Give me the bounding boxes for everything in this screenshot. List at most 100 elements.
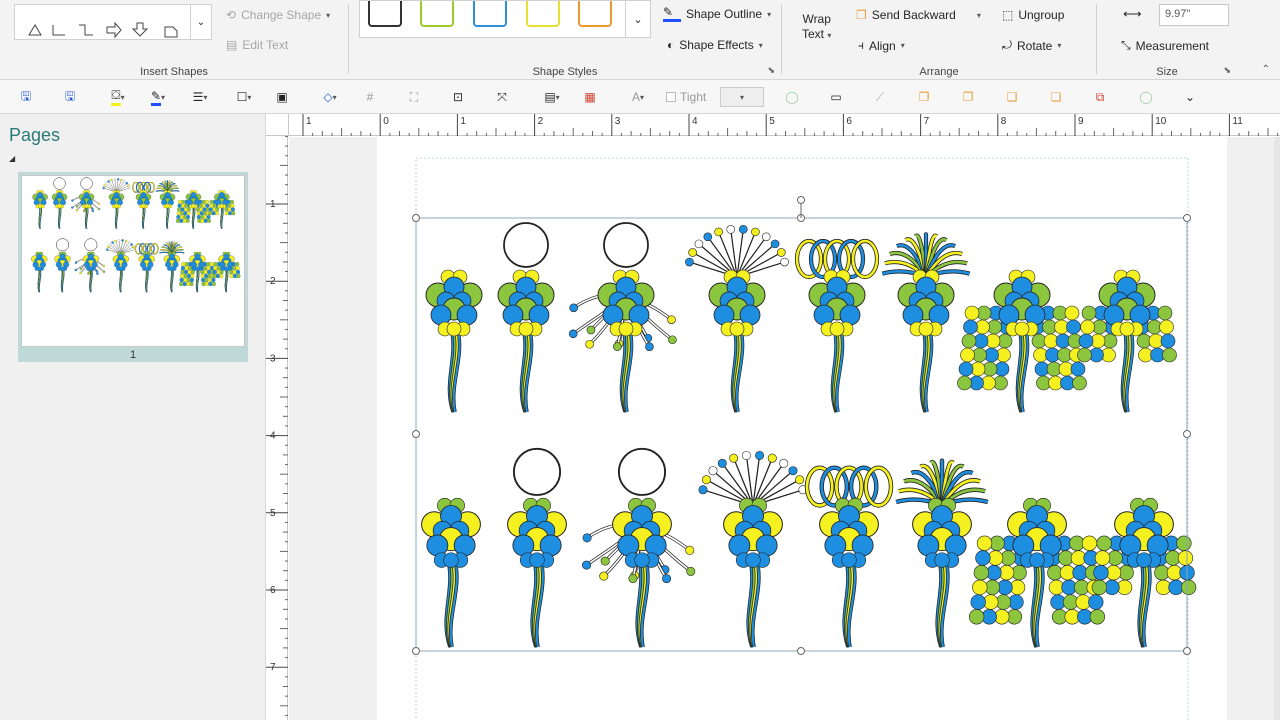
resize-handle[interactable] (1183, 430, 1191, 438)
dialog-launcher-icon[interactable]: ⬊ (1223, 65, 1231, 76)
bouquet-burst[interactable] (698, 450, 808, 648)
vertical-ruler[interactable]: 1 2 3 4 5 6 7 (266, 135, 288, 720)
circle-icon[interactable]: ◯ (782, 87, 802, 107)
shapes-button[interactable]: ◇ ▾ (314, 87, 346, 107)
resize-handle[interactable] (412, 430, 420, 438)
bouquet-balloon-head[interactable] (54, 238, 71, 293)
shape-border-button[interactable]: ☐ ▾ (228, 87, 260, 107)
line-weight-button[interactable]: ☰ ▾ (184, 87, 216, 107)
shape-gallery[interactable] (14, 4, 210, 40)
circle-icon[interactable]: ◯ (1136, 87, 1156, 107)
bring-forward-icon[interactable]: ❐ (914, 87, 934, 107)
resize-handle[interactable] (412, 647, 420, 655)
bouquet-round[interactable] (31, 251, 48, 293)
chevron-down-icon: ▾ (827, 31, 832, 40)
bouquet-round[interactable] (425, 269, 483, 413)
measurement-button[interactable]: ⤡ Measurement (1121, 38, 1209, 53)
bouquet-balloon-head-spiky[interactable] (568, 222, 677, 413)
picture-icon[interactable]: ▣ (272, 87, 292, 107)
dialog-launcher-icon[interactable]: ⬊ (767, 65, 775, 76)
bouquet-burst[interactable] (685, 225, 789, 413)
bouquet-tassel-small[interactable] (1091, 497, 1197, 648)
bouquet-drawing[interactable] (377, 137, 1227, 720)
ungroup-button[interactable]: ⬚ Ungroup (1002, 8, 1064, 22)
fill-color-button[interactable]: ⛋ ▾ (102, 87, 134, 107)
bouquet-balloon-head[interactable] (497, 222, 555, 413)
style-gallery-more-icon[interactable]: ⌄ (625, 0, 651, 38)
bouquet-loops[interactable] (804, 465, 894, 648)
shape-gallery-more-icon[interactable]: ⌄ (190, 4, 212, 40)
send-backward-button[interactable]: ❐ Send Backward ▾ (856, 8, 981, 22)
text-style-button[interactable]: A ▾ (622, 87, 654, 107)
ungroup-icon[interactable]: ❏ (1046, 87, 1066, 107)
change-shape-icon: ⟲ (226, 8, 237, 22)
style-swatch-blue[interactable] (473, 1, 507, 27)
group-icon[interactable]: ❑ (1002, 87, 1022, 107)
align-menu-button[interactable]: ▤ ▾ (536, 87, 568, 107)
rotate-handle[interactable] (797, 196, 805, 204)
style-swatch-yellow[interactable] (526, 1, 560, 27)
edit-points-icon[interactable]: ⟋ (870, 87, 890, 107)
bouquet-tassel[interactable] (179, 251, 216, 293)
crop-icon[interactable]: ⛶ (404, 87, 424, 107)
save-as-icon[interactable]: 🖫 (60, 87, 80, 107)
shape-effects-button[interactable]: ◐ Shape Effects ▾ (667, 38, 763, 52)
bouquet-balloon-head-spiky[interactable] (582, 447, 696, 648)
style-swatch-black[interactable] (368, 1, 402, 27)
horizontal-ruler[interactable]: 1 0 1 2 3 4 5 6 7 8 9 10 11 (289, 114, 1280, 136)
bouquet-loops[interactable] (132, 181, 155, 229)
bouquet-balloon-head[interactable] (507, 447, 567, 648)
shape-outline-button[interactable]: ✎ Shape Outline ▾ (663, 6, 771, 22)
bouquet-round[interactable] (421, 497, 481, 648)
style-swatch-orange[interactable] (578, 1, 612, 27)
svg-text:1: 1 (460, 116, 466, 127)
bouquet-balloon-head-spiky[interactable] (71, 177, 101, 229)
style-swatch-green[interactable] (420, 1, 454, 27)
table-icon[interactable]: ▦ (580, 87, 600, 107)
resize-handle[interactable] (797, 647, 805, 655)
edit-text-button[interactable]: ▤ Edit Text (226, 38, 288, 52)
wrap-dropdown[interactable]: ▾ (720, 87, 764, 107)
resize-handle[interactable] (1183, 647, 1191, 655)
bouquet-tassel[interactable] (968, 497, 1106, 648)
wrap-text-button[interactable]: Wrap Text ▾ (802, 12, 831, 43)
bouquet-palm[interactable] (881, 232, 971, 413)
bouquet-palm[interactable] (155, 180, 180, 229)
drawing-page[interactable] (377, 137, 1227, 720)
bouquet-burst[interactable] (102, 178, 131, 229)
collapse-triangle-icon[interactable]: ◢ (9, 154, 15, 163)
bouquet-balloon-head-spiky[interactable] (74, 238, 106, 293)
rotate-button[interactable]: ⤾ Rotate ▾ (1002, 38, 1061, 53)
width-input[interactable]: 9.97" (1159, 4, 1229, 26)
resize-handle[interactable] (412, 214, 420, 222)
vertical-scrollbar[interactable] (1274, 137, 1280, 720)
bouquet-loops[interactable] (794, 238, 880, 413)
line-color-button[interactable]: ✎ ▾ (142, 87, 174, 107)
bouquet-loops[interactable] (134, 243, 159, 293)
bouquet-tassel-small[interactable] (1077, 269, 1177, 413)
bouquet-tassel-small[interactable] (212, 251, 241, 293)
change-shape-button[interactable]: ⟲ Change Shape ▾ (226, 8, 330, 22)
shape-style-gallery[interactable] (359, 0, 651, 38)
transform-icon[interactable]: ⊡ (448, 87, 468, 107)
bouquet-tassel-small[interactable] (208, 190, 236, 229)
copy-format-icon[interactable]: ⧉ (1090, 87, 1110, 107)
bouquet-burst[interactable] (106, 239, 136, 293)
tight-checkbox[interactable]: Tight (666, 87, 716, 107)
ribbon: ⌄ ⟲ Change Shape ▾ ▤ Edit Text Insert Sh… (0, 0, 1280, 80)
send-back-icon[interactable]: ❐ (958, 87, 978, 107)
fit-icon[interactable]: ⤧ (492, 87, 512, 107)
grid-icon[interactable]: # (360, 87, 380, 107)
bouquet-balloon-head[interactable] (51, 177, 68, 229)
page-thumbnail[interactable]: 1 (18, 172, 248, 362)
collapse-ribbon-icon[interactable]: ⌃ (1262, 64, 1270, 75)
textbox-icon[interactable]: ▭ (826, 87, 846, 107)
bouquet-round[interactable] (32, 190, 48, 229)
align-button[interactable]: ⫞ Align ▾ (858, 38, 905, 53)
save-icon[interactable]: 🖫 (16, 87, 36, 107)
customize-icon[interactable]: ⌄ (1180, 87, 1200, 107)
resize-handle[interactable] (1183, 214, 1191, 222)
bouquet-tassel[interactable] (957, 269, 1087, 413)
bouquet-tassel[interactable] (175, 190, 211, 229)
drawing-canvas[interactable] (289, 137, 1280, 720)
